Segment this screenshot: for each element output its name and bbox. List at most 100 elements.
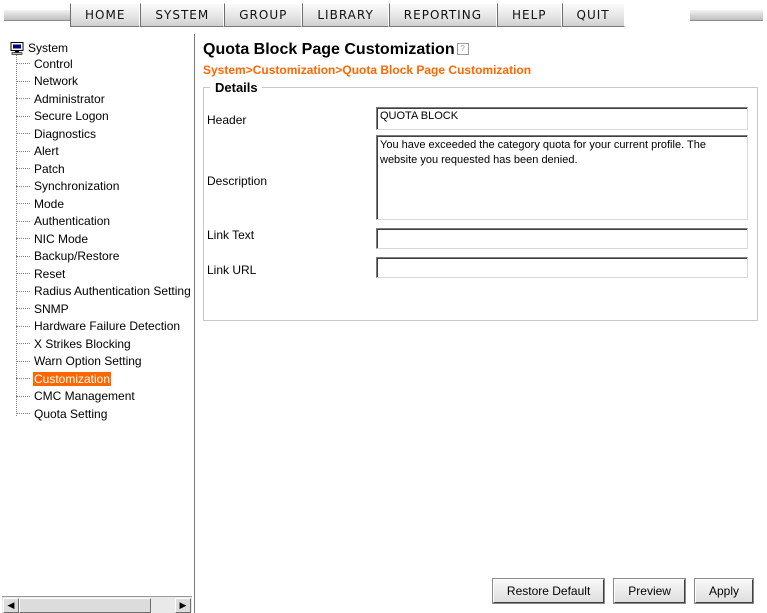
- tree-item-label: SNMP: [34, 301, 69, 316]
- tree-connector: [16, 150, 30, 152]
- tree-item[interactable]: Diagnostics: [16, 125, 192, 143]
- tree-item-label: Reset: [34, 266, 66, 281]
- tree-item-label: Diagnostics: [34, 126, 97, 141]
- main-content: Quota Block Page Customization? System>C…: [195, 34, 767, 613]
- scroll-left-icon[interactable]: ◀: [3, 598, 19, 613]
- details-legend: Details: [213, 80, 260, 95]
- tree-connector: [16, 98, 30, 100]
- help-icon[interactable]: ?: [456, 42, 469, 55]
- tree-item[interactable]: SNMP: [16, 300, 192, 318]
- computer-icon: [10, 41, 24, 55]
- tree-connector: [16, 325, 30, 327]
- tree-item-label: Patch: [34, 161, 65, 176]
- tree-list: Control Network Administrator Secure Logon D…: [16, 55, 192, 423]
- header-label: Header: [207, 113, 247, 127]
- fieldset-border: [203, 87, 210, 88]
- navigation-tree: System Control Network Administrator Secure…: [0, 34, 195, 613]
- tree-connector: [16, 290, 30, 292]
- tree-connector: [16, 343, 30, 345]
- tree-item-label: Mode: [34, 196, 65, 211]
- details-fieldset: Details Header QUOTA BLOCK Description Y…: [203, 80, 758, 321]
- tree-horizontal-scrollbar[interactable]: ◀ ▶: [2, 596, 192, 613]
- page-title: Quota Block Page Customization?: [203, 41, 469, 59]
- tree-item-label: Radius Authentication Setting: [34, 284, 191, 299]
- tree-connector: [16, 395, 30, 397]
- menu-group[interactable]: GROUP: [224, 3, 303, 27]
- tree-item[interactable]: Mode: [16, 195, 192, 213]
- tree-connector: [16, 185, 30, 187]
- tree-item[interactable]: Secure Logon: [16, 108, 192, 126]
- tree-item[interactable]: Alert: [16, 143, 192, 161]
- action-buttons: Restore Default Preview Apply: [491, 578, 755, 604]
- tree-connector: [16, 238, 30, 240]
- tree-connector: [16, 255, 30, 257]
- fieldset-border: [262, 87, 758, 88]
- restore-default-button[interactable]: Restore Default: [491, 578, 606, 604]
- tree-item-label: Warn Option Setting: [34, 354, 142, 369]
- tree-connector: [16, 378, 30, 380]
- tree-item[interactable]: Network: [16, 73, 192, 91]
- scroll-thumb[interactable]: [19, 598, 151, 613]
- tree-item[interactable]: Reset: [16, 265, 192, 283]
- menu-rail-right: [690, 9, 763, 21]
- header-input[interactable]: QUOTA BLOCK: [376, 107, 748, 130]
- tree-connector: [16, 133, 30, 135]
- link-text-input[interactable]: [376, 228, 748, 249]
- menu-items: HOME SYSTEM GROUP LIBRARY REPORTING HELP…: [70, 3, 625, 27]
- tree-item-label: Network: [34, 74, 79, 89]
- tree-item-label: Backup/Restore: [34, 249, 120, 264]
- tree-item[interactable]: Warn Option Setting: [16, 353, 192, 371]
- description-label: Description: [207, 174, 268, 188]
- tree-connector: [16, 360, 30, 362]
- tree-item[interactable]: Customization: [16, 370, 192, 388]
- tree-root[interactable]: System: [10, 40, 68, 56]
- tree-item-label: Synchronization: [34, 179, 120, 194]
- link-url-input[interactable]: [376, 257, 748, 278]
- menu-system[interactable]: SYSTEM: [140, 3, 225, 27]
- tree-item[interactable]: X Strikes Blocking: [16, 335, 192, 353]
- tree-item[interactable]: Radius Authentication Setting: [16, 283, 192, 301]
- tree-item[interactable]: Backup/Restore: [16, 248, 192, 266]
- tree-item-label: X Strikes Blocking: [34, 336, 131, 351]
- tree-item[interactable]: NIC Mode: [16, 230, 192, 248]
- tree-connector: [16, 413, 30, 415]
- preview-button[interactable]: Preview: [613, 578, 686, 604]
- tree-connector: [16, 203, 30, 205]
- tree-item[interactable]: Patch: [16, 160, 192, 178]
- link-text-label: Link Text: [207, 228, 255, 242]
- tree-item[interactable]: CMC Management: [16, 388, 192, 406]
- tree-item-label: Quota Setting: [34, 406, 108, 421]
- menu-home[interactable]: HOME: [70, 3, 141, 27]
- tree-item-label: Customization: [33, 371, 112, 386]
- tree-item-label: Alert: [34, 144, 59, 159]
- tree-connector: [16, 80, 30, 82]
- menu-library[interactable]: LIBRARY: [302, 3, 389, 27]
- tree-item-label: Control: [34, 56, 73, 71]
- tree-item[interactable]: Quota Setting: [16, 405, 192, 423]
- tree-item-label: NIC Mode: [34, 231, 89, 246]
- tree-item[interactable]: Hardware Failure Detection: [16, 318, 192, 336]
- tree-connector: [16, 168, 30, 170]
- tree-item-label: Administrator: [34, 91, 105, 106]
- scroll-right-icon[interactable]: ▶: [175, 598, 191, 613]
- tree-connector: [16, 308, 30, 310]
- tree-item[interactable]: Administrator: [16, 90, 192, 108]
- tree-item[interactable]: Authentication: [16, 213, 192, 231]
- tree-item-label: Secure Logon: [34, 109, 109, 124]
- description-textarea[interactable]: You have exceeded the category quota for…: [376, 135, 748, 220]
- tree-item[interactable]: Synchronization: [16, 178, 192, 196]
- apply-button[interactable]: Apply: [693, 578, 755, 604]
- page-title-text: Quota Block Page Customization: [203, 41, 455, 58]
- breadcrumb: System>Customization>Quota Block Page Cu…: [203, 63, 532, 77]
- menu-reporting[interactable]: REPORTING: [388, 3, 497, 27]
- menu-help[interactable]: HELP: [497, 3, 562, 27]
- tree-item-label: CMC Management: [34, 389, 135, 404]
- tree-connector: [16, 273, 30, 275]
- menu-quit[interactable]: QUIT: [561, 3, 625, 27]
- tree-item[interactable]: Control: [16, 55, 192, 73]
- menu-rail-left: [4, 9, 70, 21]
- tree-item-label: Hardware Failure Detection: [34, 319, 181, 334]
- tree-item-label: Authentication: [34, 214, 111, 229]
- tree-connector: [16, 220, 30, 222]
- top-menu-bar: HOME SYSTEM GROUP LIBRARY REPORTING HELP…: [0, 0, 767, 33]
